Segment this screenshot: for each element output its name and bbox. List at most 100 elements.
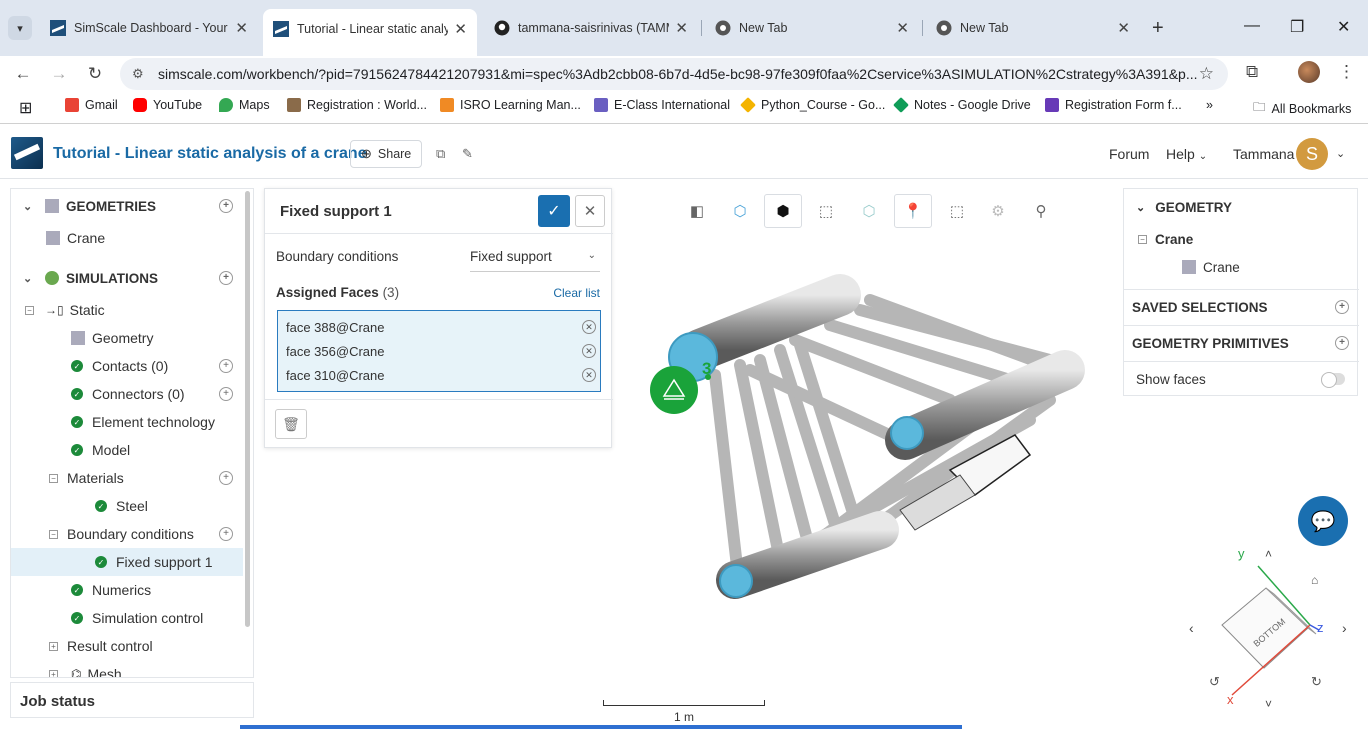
restore-icon[interactable]: ❐ bbox=[1290, 17, 1304, 37]
chrome-menu-icon[interactable]: ⋮ bbox=[1338, 62, 1355, 82]
window-close-icon[interactable]: ✕ bbox=[1337, 17, 1350, 37]
collapse-icon[interactable]: − bbox=[25, 305, 34, 315]
bookmark-isro[interactable]: ISRO Learning Man... bbox=[440, 98, 581, 112]
list-item[interactable]: face 310@Crane ✕ bbox=[286, 363, 596, 387]
bookmark-star-icon[interactable]: ☆ bbox=[1199, 64, 1214, 84]
chevron-down-icon[interactable]: ⌄ bbox=[1136, 201, 1145, 214]
tree-item-numerics[interactable]: ✓ Numerics bbox=[11, 576, 243, 604]
extensions-icon[interactable]: ⧉ bbox=[1246, 62, 1258, 82]
bookmark-youtube[interactable]: YouTube bbox=[133, 98, 202, 112]
user-menu-chevron-icon[interactable]: ⌄ bbox=[1336, 147, 1345, 160]
reload-icon[interactable]: ↻ bbox=[83, 62, 107, 86]
site-info-icon[interactable]: ⚙ bbox=[132, 66, 144, 82]
add-geometry-button[interactable]: + bbox=[219, 199, 233, 213]
rotate-ccw-icon[interactable]: ↺ bbox=[1209, 674, 1220, 689]
chevron-down-icon[interactable]: ⌄ bbox=[23, 272, 32, 285]
tab-search-button[interactable]: ▾ bbox=[8, 16, 32, 40]
clear-list-link[interactable]: Clear list bbox=[553, 286, 600, 300]
back-arrow-icon[interactable]: ← bbox=[11, 62, 35, 86]
tree-item-geometry[interactable]: Geometry bbox=[11, 324, 243, 352]
geometry-primitives-header[interactable]: GEOMETRY PRIMITIVES + bbox=[1124, 333, 1359, 353]
close-tab-icon[interactable]: ✕ bbox=[454, 20, 467, 38]
tree-item-result-control[interactable]: + Result control bbox=[11, 632, 243, 660]
view-wireframe-icon[interactable]: ⬚ bbox=[807, 194, 845, 228]
bookmark-eclass[interactable]: E-Class International bbox=[594, 98, 730, 112]
user-avatar[interactable]: S bbox=[1296, 138, 1328, 170]
copy-icon[interactable]: ⧉ bbox=[436, 146, 445, 162]
new-tab-plus-icon[interactable]: + bbox=[1152, 18, 1164, 38]
add-primitive-button[interactable]: + bbox=[1335, 336, 1349, 350]
all-bookmarks-button[interactable]: 🗀 All Bookmarks bbox=[1253, 98, 1351, 119]
minimize-icon[interactable]: — bbox=[1244, 17, 1260, 35]
tree-item-connectors[interactable]: ✓ Connectors (0) + bbox=[11, 380, 243, 408]
remove-face-icon[interactable]: ✕ bbox=[582, 368, 596, 382]
chevron-down-icon[interactable]: ⌄ bbox=[23, 200, 32, 213]
boundary-condition-select[interactable]: Fixed support ⌄ bbox=[470, 244, 600, 272]
selected-face-marker[interactable] bbox=[719, 564, 753, 598]
edit-pencil-icon[interactable]: ✎ bbox=[462, 146, 473, 162]
add-saved-selection-button[interactable]: + bbox=[1335, 300, 1349, 314]
job-status-panel[interactable]: Job status bbox=[10, 682, 254, 718]
tree-item-contacts[interactable]: ✓ Contacts (0) + bbox=[11, 352, 243, 380]
pin-icon[interactable]: 📍 bbox=[894, 194, 932, 228]
share-button[interactable]: ⊕ Share bbox=[350, 140, 422, 168]
tab-new-tab-2[interactable]: New Tab ✕ bbox=[926, 10, 1140, 46]
collapse-icon[interactable]: − bbox=[1138, 235, 1147, 244]
tree-item-fixed-support-1[interactable]: ✓ Fixed support 1 bbox=[11, 548, 243, 576]
tree-item-element-technology[interactable]: ✓ Element technology bbox=[11, 408, 243, 436]
tree-item-static[interactable]: − →▯ Static bbox=[11, 296, 243, 324]
close-tab-icon[interactable]: ✕ bbox=[675, 19, 688, 37]
add-simulation-button[interactable]: + bbox=[219, 271, 233, 285]
view-transparent-icon[interactable]: ⬡ bbox=[721, 194, 759, 228]
view-solid-icon[interactable]: ◧ bbox=[678, 194, 716, 228]
hide-parts-icon[interactable]: ⚙ bbox=[979, 194, 1017, 228]
tab-new-tab-1[interactable]: New Tab ✕ bbox=[705, 10, 919, 46]
apps-grid-icon[interactable]: ⊞ bbox=[19, 98, 32, 118]
rotate-up-chevron-icon[interactable]: ˄ bbox=[1265, 547, 1272, 561]
collapse-icon[interactable]: − bbox=[49, 529, 58, 539]
close-tab-icon[interactable]: ✕ bbox=[1117, 19, 1130, 37]
view-edges-icon[interactable]: ⬢ bbox=[764, 194, 802, 228]
delete-trash-icon[interactable]: 🗑 bbox=[275, 409, 307, 439]
address-bar[interactable]: ⚙ simscale.com/workbench/?pid=7915624784… bbox=[120, 58, 1228, 90]
add-contact-button[interactable]: + bbox=[219, 359, 233, 373]
chat-support-icon[interactable]: 💬 bbox=[1298, 496, 1348, 546]
tab-github[interactable]: tammana-saisrinivas (TAMM ✕ bbox=[484, 10, 698, 46]
bookmark-maps[interactable]: Maps bbox=[219, 98, 270, 112]
close-tab-icon[interactable]: ✕ bbox=[896, 19, 909, 37]
expand-icon[interactable]: + bbox=[49, 641, 58, 651]
forum-link[interactable]: Forum bbox=[1109, 146, 1149, 162]
close-tab-icon[interactable]: ✕ bbox=[235, 19, 248, 37]
saved-selections-header[interactable]: SAVED SELECTIONS + bbox=[1124, 297, 1359, 317]
forward-arrow-icon[interactable]: → bbox=[47, 62, 71, 86]
confirm-check-button[interactable]: ✓ bbox=[538, 195, 570, 227]
tab-simscale-dashboard[interactable]: SimScale Dashboard - Your S ✕ bbox=[40, 10, 258, 46]
tree-item-model[interactable]: ✓ Model bbox=[11, 436, 243, 464]
tree-item-simulation-control[interactable]: ✓ Simulation control bbox=[11, 604, 243, 632]
rotate-left-chevron-icon[interactable]: ‹ bbox=[1189, 620, 1194, 636]
tree-scrollbar[interactable] bbox=[245, 191, 250, 627]
show-faces-toggle[interactable] bbox=[1321, 372, 1345, 388]
fixed-support-marker[interactable]: 3 bbox=[650, 359, 711, 414]
bookmark-gmail[interactable]: Gmail bbox=[65, 98, 118, 112]
tree-item-boundary-conditions[interactable]: − Boundary conditions + bbox=[11, 520, 243, 548]
view-orientation-cube[interactable]: ‹ › ˄ ˅ ⌂ ↺ ↻ BOTTOM y x z bbox=[1180, 540, 1360, 710]
list-item[interactable]: face 356@Crane ✕ bbox=[286, 339, 596, 363]
expand-icon[interactable]: + bbox=[49, 669, 58, 677]
assigned-faces-list[interactable]: face 388@Crane ✕ face 356@Crane ✕ face 3… bbox=[277, 310, 601, 392]
bookmark-registration-form[interactable]: Registration Form f... bbox=[1045, 98, 1182, 112]
tree-item-mesh[interactable]: + ⌬ Mesh bbox=[11, 660, 243, 677]
box-select-icon[interactable]: ⬚ bbox=[938, 194, 976, 228]
rotate-cw-icon[interactable]: ↻ bbox=[1311, 674, 1322, 689]
remove-face-icon[interactable]: ✕ bbox=[582, 344, 596, 358]
3d-viewport[interactable]: 3 bbox=[630, 240, 1110, 620]
more-bookmarks-button[interactable]: » bbox=[1206, 98, 1213, 112]
bookmark-python-course[interactable]: Python_Course - Go... bbox=[740, 97, 885, 113]
rotate-down-chevron-icon[interactable]: ˅ bbox=[1265, 697, 1272, 710]
selected-face-marker[interactable] bbox=[890, 416, 924, 450]
tree-item-materials[interactable]: − Materials + bbox=[11, 464, 243, 492]
add-boundary-condition-button[interactable]: + bbox=[219, 527, 233, 541]
home-view-icon[interactable]: ⌂ bbox=[1311, 573, 1318, 587]
tab-tutorial[interactable]: Tutorial - Linear static analys ✕ bbox=[263, 9, 477, 56]
view-box-icon[interactable]: ⬡ bbox=[850, 194, 888, 228]
